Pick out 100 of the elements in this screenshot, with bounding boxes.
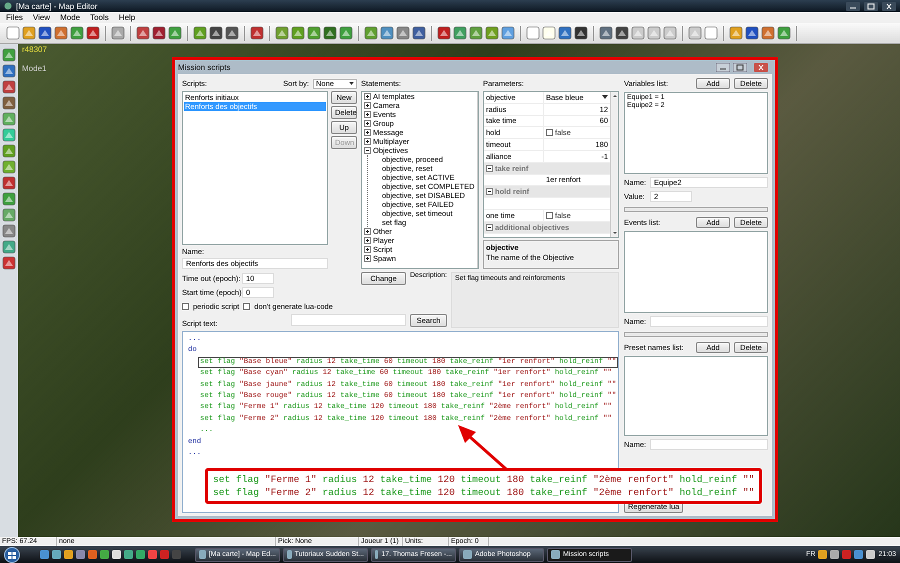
minimize-icon[interactable] [716, 62, 730, 72]
tile-icon[interactable] [599, 26, 613, 40]
expand-icon[interactable] [364, 129, 371, 136]
tile-icon[interactable] [729, 26, 743, 40]
tile-icon[interactable] [777, 26, 791, 40]
tile-icon[interactable] [501, 26, 515, 40]
tile-icon[interactable] [225, 26, 239, 40]
tile-icon[interactable] [704, 26, 718, 40]
maximize-icon[interactable] [864, 2, 878, 10]
name-field[interactable] [650, 316, 768, 327]
menu-item[interactable]: Tools [90, 13, 109, 22]
tile-icon[interactable] [38, 26, 52, 40]
tile-icon[interactable] [70, 26, 84, 40]
tile-icon[interactable] [291, 26, 305, 40]
checkbox[interactable] [546, 212, 553, 219]
expand-icon[interactable] [364, 246, 371, 253]
tile-icon[interactable] [574, 26, 588, 40]
tile-icon[interactable] [2, 48, 16, 62]
caret-icon[interactable] [602, 95, 608, 100]
menu-item[interactable]: Help [118, 13, 136, 22]
tile-icon[interactable] [2, 80, 16, 94]
code-line: set flag "Ferme 2" radius 12 take_time 120 timeout 180 take_reinf "2ème renfort" hold_reinf "" [213, 486, 754, 499]
caret-icon[interactable] [349, 82, 354, 85]
tile-icon[interactable] [2, 128, 16, 142]
tile-icon[interactable] [688, 26, 702, 40]
code-line: set flag "Ferme 1" radius 12 take_time 120 timeout 180 take_reinf "2ème renfort" hold_reinf "" [213, 473, 754, 486]
tile-icon[interactable] [615, 26, 629, 40]
expand-icon[interactable] [364, 237, 371, 244]
scrollbar[interactable] [610, 92, 618, 237]
collapse-icon[interactable] [486, 188, 493, 196]
tile-icon[interactable] [2, 224, 16, 238]
menu-item[interactable]: Files [6, 13, 23, 22]
tile-icon[interactable] [542, 26, 556, 40]
tile-icon[interactable] [275, 26, 289, 40]
tile-icon[interactable] [631, 26, 645, 40]
tile-icon[interactable] [2, 160, 16, 174]
tile-icon[interactable] [412, 26, 426, 40]
tile-icon[interactable] [2, 192, 16, 206]
expand-icon[interactable] [364, 120, 371, 127]
tile-icon[interactable] [2, 112, 16, 126]
app-icon [199, 550, 206, 559]
tile-icon[interactable] [6, 26, 20, 40]
name-field[interactable] [650, 439, 768, 450]
tile-icon[interactable] [2, 208, 16, 222]
tile-icon[interactable] [22, 26, 36, 40]
search-field[interactable] [291, 314, 406, 326]
expand-icon[interactable] [364, 255, 371, 262]
tile-icon[interactable] [2, 176, 16, 190]
app-icon [463, 550, 472, 559]
tile-icon[interactable] [339, 26, 353, 40]
tile-icon[interactable] [307, 26, 321, 40]
tile-icon[interactable] [136, 26, 150, 40]
scroll-down-icon[interactable] [611, 229, 618, 237]
checkbox[interactable] [182, 302, 189, 310]
tile-icon[interactable] [193, 26, 207, 40]
menu-item[interactable]: Mode [60, 13, 80, 22]
tile-icon[interactable] [2, 64, 16, 78]
tile-icon[interactable] [453, 26, 467, 40]
tile-icon[interactable] [54, 26, 68, 40]
dialog-title: Mission scripts [178, 62, 232, 72]
tile-icon[interactable] [663, 26, 677, 40]
tile-icon[interactable] [761, 26, 775, 40]
checkbox[interactable] [546, 129, 553, 136]
expand-icon[interactable] [364, 93, 371, 100]
maximize-icon[interactable] [733, 62, 747, 72]
tile-icon[interactable] [2, 256, 16, 270]
mode-label: Mode1 [22, 64, 46, 73]
expand-icon[interactable] [364, 228, 371, 235]
tile-icon[interactable] [86, 26, 100, 40]
tile-icon[interactable] [152, 26, 166, 40]
tile-icon[interactable] [2, 144, 16, 158]
tile-icon[interactable] [2, 240, 16, 254]
expand-icon[interactable] [364, 138, 371, 145]
tile-icon[interactable] [209, 26, 223, 40]
tile-icon[interactable] [323, 26, 337, 40]
tile-icon[interactable] [745, 26, 759, 40]
tile-icon[interactable] [168, 26, 182, 40]
tile-icon[interactable] [526, 26, 540, 40]
tile-icon[interactable] [396, 26, 410, 40]
minimize-icon[interactable] [846, 2, 860, 10]
tile-icon[interactable] [364, 26, 378, 40]
checkbox[interactable] [243, 302, 250, 310]
tile-icon[interactable] [647, 26, 661, 40]
tile-icon[interactable] [485, 26, 499, 40]
close-icon[interactable] [882, 2, 896, 10]
collapse-icon[interactable] [486, 224, 493, 231]
expand-icon[interactable] [364, 111, 371, 118]
collapse-icon[interactable] [364, 147, 371, 154]
app-icon [551, 550, 560, 559]
tile-icon[interactable] [437, 26, 451, 40]
start-icon[interactable] [4, 546, 20, 562]
collapse-icon[interactable] [486, 164, 493, 172]
tile-icon[interactable] [380, 26, 394, 40]
menu-item[interactable]: View [32, 13, 50, 22]
tile-icon[interactable] [469, 26, 483, 40]
tile-icon[interactable] [111, 26, 125, 40]
tile-icon[interactable] [558, 26, 572, 40]
expand-icon[interactable] [364, 102, 371, 109]
tile-icon[interactable] [250, 26, 264, 40]
tile-icon[interactable] [2, 96, 16, 110]
